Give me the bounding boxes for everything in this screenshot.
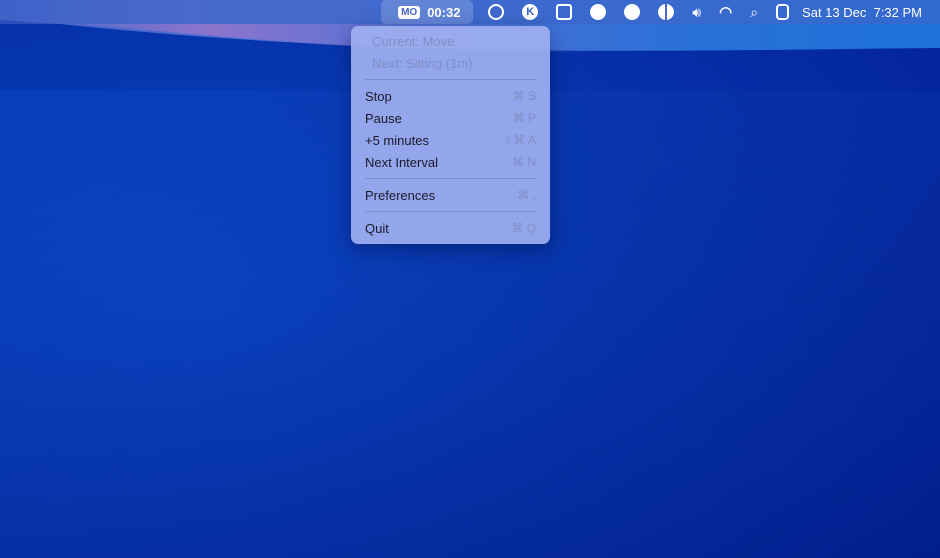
menu-separator xyxy=(365,79,536,80)
menu-bar-clock[interactable]: Sat 13 Dec 7:32 PM xyxy=(802,5,922,20)
k-app-icon[interactable]: K xyxy=(522,1,539,23)
menu-item-add-5-minutes[interactable]: +5 minutes ⇧⌘ A xyxy=(351,129,550,151)
menu-item-label: Next Interval xyxy=(365,154,438,170)
shortcut: ⌘ S xyxy=(512,89,536,103)
contrast-icon[interactable] xyxy=(658,1,675,23)
menu-item-label: Quit xyxy=(365,220,389,236)
wifi-icon[interactable]: ◠ xyxy=(719,1,732,23)
menu-separator xyxy=(365,211,536,212)
shortcut: ⇧⌘ A xyxy=(503,133,536,147)
search-icon[interactable]: ⌕ xyxy=(750,1,758,23)
menu-item-label: Preferences xyxy=(365,187,436,203)
menu-item-pause[interactable]: Pause ⌘ P xyxy=(351,107,550,129)
current-status-label: Current: Move xyxy=(372,33,455,49)
volume-icon[interactable]: 🔊︎ xyxy=(692,1,701,23)
control-center-icon[interactable] xyxy=(776,1,790,23)
menu-item-label: Pause xyxy=(365,110,402,126)
menu-item-next-interval[interactable]: Next Interval ⌘ N xyxy=(351,151,550,173)
timer-menu-extra[interactable]: MO 00:32 xyxy=(381,0,474,24)
menu-item-quit[interactable]: Quit ⌘ Q xyxy=(351,217,550,239)
timer-badge: MO xyxy=(398,5,421,19)
menu-item-label: Stop xyxy=(365,88,392,104)
current-status: Current: Move xyxy=(351,30,550,52)
shortcut: ⌘ , xyxy=(517,188,536,202)
menu-separator xyxy=(365,178,536,179)
focus-lock-icon[interactable] xyxy=(488,1,505,23)
shortcut: ⌘ Q xyxy=(511,221,536,235)
timer-dropdown-menu: Current: Move Next: Sitting (1m) Stop ⌘ S… xyxy=(351,26,550,244)
next-status: Next: Sitting (1m) xyxy=(351,52,550,74)
timer-value: 00:32 xyxy=(427,4,461,20)
shortcut: ⌘ P xyxy=(512,111,536,125)
clock-app-icon[interactable] xyxy=(624,1,641,23)
shortcut: ⌘ N xyxy=(512,155,536,169)
pen-app-icon[interactable] xyxy=(590,1,607,23)
next-status-label: Next: Sitting (1m) xyxy=(372,55,473,71)
menu-item-preferences[interactable]: Preferences ⌘ , xyxy=(351,184,550,206)
menu-item-label: +5 minutes xyxy=(365,132,429,148)
grid-app-icon[interactable] xyxy=(556,1,573,23)
menu-bar: MO 00:32 K 🔊︎ ◠ ⌕ Sat 13 Dec 7:32 PM xyxy=(0,0,940,24)
menu-item-stop[interactable]: Stop ⌘ S xyxy=(351,85,550,107)
